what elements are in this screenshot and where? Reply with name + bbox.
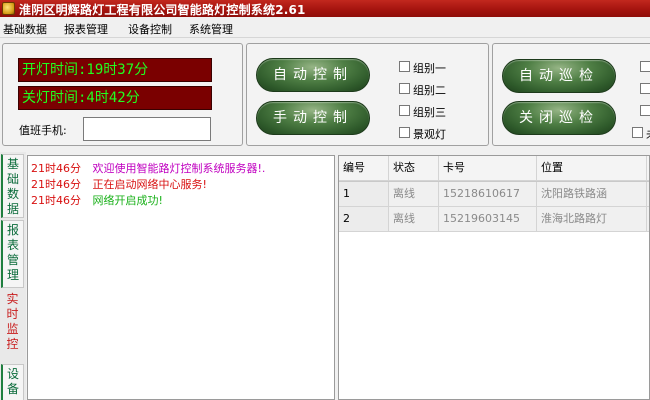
log-time: 21时46分	[31, 162, 81, 175]
patrol-option-3-checkbox[interactable]	[640, 105, 650, 116]
log-line: 21时46分 正在启动网络中心服务!	[31, 176, 207, 192]
log-message: 网络开启成功!	[92, 194, 163, 207]
group-2-label: 组别二	[413, 84, 446, 97]
menu-device-control[interactable]: 设备控制	[128, 21, 172, 37]
auto-control-button[interactable]: 自动控制	[256, 58, 370, 92]
patrol-option-4-checkbox[interactable]	[632, 127, 643, 138]
close-patrol-button[interactable]: 关闭巡检	[502, 101, 616, 135]
group-3-checkbox[interactable]	[399, 105, 410, 116]
lights-on-time-display: 开灯时间:19时37分	[18, 58, 212, 82]
column-header-status[interactable]: 状态	[389, 156, 439, 181]
auto-patrol-button[interactable]: 自动巡检	[502, 59, 616, 93]
side-tab-strip: 基础数据 报表管理 实时监控 设备	[0, 152, 26, 400]
cell-id: 1	[339, 182, 389, 207]
log-line: 21时46分 欢迎使用智能路灯控制系统服务器!.	[31, 160, 265, 176]
cell-id: 2	[339, 207, 389, 232]
menu-bar: 基础数据 报表管理 设备控制 系统管理	[0, 17, 650, 38]
tab-device[interactable]: 设备	[1, 364, 24, 400]
cell-status: 离线	[389, 182, 439, 207]
group-2-checkbox[interactable]	[399, 83, 410, 94]
cell-card: 15218610617	[439, 182, 537, 207]
duty-phone-label: 值班手机:	[19, 124, 67, 137]
tab-basic-data-label: 基础数据	[6, 157, 19, 216]
patrol-option-2-checkbox[interactable]	[640, 83, 650, 94]
log-line: 21时46分 网络开启成功!	[31, 192, 163, 208]
terminal-table[interactable]: 编号 状态 卡号 位置 电 1 离线 15218610617 沈阳路铁路涵 2 …	[338, 155, 650, 400]
patrol-option-4-label: 未	[646, 126, 650, 142]
tab-basic-data[interactable]: 基础数据	[1, 154, 24, 218]
landscape-light-checkbox[interactable]	[399, 127, 410, 138]
log-time: 21时46分	[31, 194, 81, 207]
tab-report-management-label: 报表管理	[6, 223, 19, 282]
lights-off-time-display: 关灯时间:4时42分	[18, 86, 212, 110]
window-title: 淮阴区明辉路灯工程有限公司智能路灯控制系统2.61	[19, 3, 306, 17]
message-log[interactable]: 21时46分 欢迎使用智能路灯控制系统服务器!. 21时46分 正在启动网络中心…	[27, 155, 335, 400]
menu-system-management[interactable]: 系统管理	[189, 21, 233, 37]
log-time: 21时46分	[31, 178, 81, 191]
column-header-id[interactable]: 编号	[339, 156, 389, 181]
duty-phone-input[interactable]	[83, 117, 211, 141]
landscape-light-label: 景观灯	[413, 128, 446, 141]
menu-basic-data[interactable]: 基础数据	[3, 21, 47, 37]
cell-location: 淮海北路路灯	[537, 207, 647, 232]
tab-realtime-monitor-label: 实时监控	[6, 292, 19, 351]
cell-location: 沈阳路铁路涵	[537, 182, 647, 207]
manual-control-button[interactable]: 手动控制	[256, 101, 370, 135]
group-1-label: 组别一	[413, 62, 446, 75]
group-1-checkbox[interactable]	[399, 61, 410, 72]
app-window: 淮阴区明辉路灯工程有限公司智能路灯控制系统2.61 基础数据 报表管理 设备控制…	[0, 0, 650, 400]
log-message: 正在启动网络中心服务!	[92, 178, 207, 191]
column-header-location[interactable]: 位置	[537, 156, 647, 181]
tab-device-label: 设备	[6, 367, 19, 396]
tab-report-management[interactable]: 报表管理	[1, 220, 24, 288]
cell-card: 15219603145	[439, 207, 537, 232]
tab-realtime-monitor[interactable]: 实时监控	[1, 290, 24, 358]
log-message: 欢迎使用智能路灯控制系统服务器!.	[92, 162, 266, 175]
column-header-card[interactable]: 卡号	[439, 156, 537, 181]
title-bar[interactable]: 淮阴区明辉路灯工程有限公司智能路灯控制系统2.61	[0, 0, 650, 17]
group-3-label: 组别三	[413, 106, 446, 119]
cell-status: 离线	[389, 207, 439, 232]
table-header-row: 编号 状态 卡号 位置 电	[339, 156, 649, 182]
menu-report-management[interactable]: 报表管理	[64, 21, 108, 37]
patrol-option-1-checkbox[interactable]	[640, 61, 650, 72]
app-lamp-icon	[2, 2, 15, 15]
